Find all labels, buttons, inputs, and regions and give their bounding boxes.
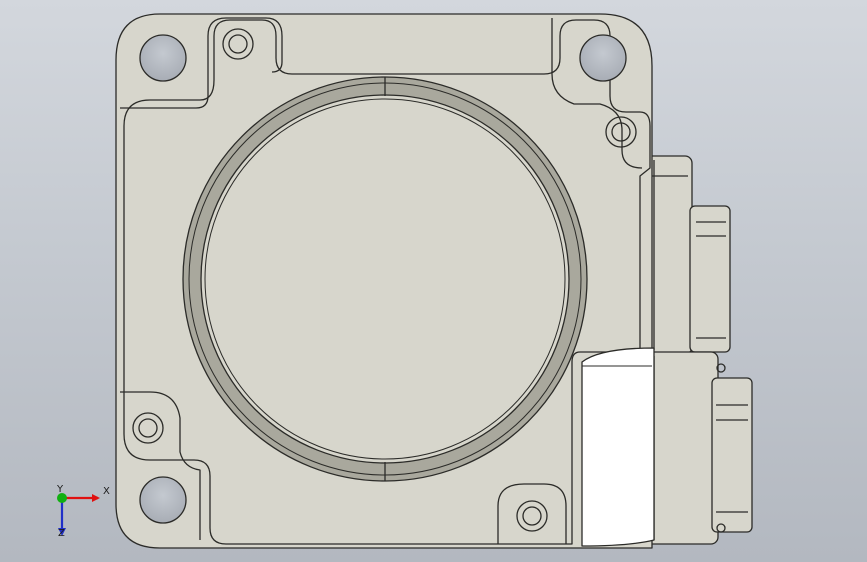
reference-triad: X Y Z <box>44 482 114 542</box>
triad-x-label: X <box>103 486 110 497</box>
mounting-hole-top-left <box>139 34 187 82</box>
motor-flange-model[interactable] <box>0 0 867 562</box>
bore-face <box>200 94 570 464</box>
connector-housing-lower <box>639 351 753 545</box>
mounting-hole-bottom-left <box>139 476 187 524</box>
connector-housing-upper <box>639 155 731 355</box>
mounting-hole-top-right <box>579 34 627 82</box>
triad-y-label: Y <box>57 484 64 495</box>
cad-graphics-viewport[interactable]: X Y Z <box>0 0 867 562</box>
connector-highlight-face[interactable] <box>581 347 655 547</box>
triad-z-label: Z <box>58 528 65 539</box>
